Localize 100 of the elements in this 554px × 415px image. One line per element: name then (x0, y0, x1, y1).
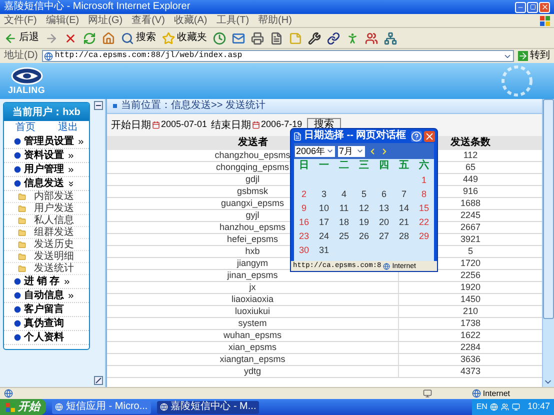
menu-entry[interactable]: 信息发送 (4, 177, 89, 191)
submenu-entry[interactable]: 内部发送 (4, 191, 89, 203)
menu-item[interactable]: 编辑(E) (46, 14, 80, 27)
table-cell: system (238, 318, 267, 329)
calendar-day[interactable]: 14 (394, 202, 414, 214)
calendar-day[interactable]: 22 (414, 216, 434, 228)
calendar-day[interactable]: 6 (374, 188, 394, 200)
menu-entry[interactable]: 真伪查询 (4, 317, 89, 331)
calendar-day[interactable]: 11 (334, 202, 354, 214)
table-cell: 4373 (460, 366, 481, 377)
calendar-day[interactable]: 13 (374, 202, 394, 214)
calendar-day[interactable]: 1 (414, 174, 434, 186)
year-select[interactable]: 2006年 (295, 146, 336, 156)
tray-icon[interactable] (490, 403, 498, 411)
menu-entry[interactable]: 个人资料 (4, 331, 89, 345)
menu-entry[interactable]: 管理员设置 (4, 135, 89, 149)
collapse-icon[interactable] (94, 101, 103, 110)
calendar-day[interactable]: 26 (354, 230, 374, 242)
task-button[interactable]: 短信应用 - Micro... (52, 400, 151, 414)
clock: 10:47 (527, 400, 550, 414)
start-button[interactable]: 开始 (0, 399, 46, 415)
nav-link[interactable]: 首页 (15, 122, 36, 134)
calendar-day[interactable]: 10 (314, 202, 334, 214)
calendar-day[interactable]: 20 (374, 216, 394, 228)
calendar-day[interactable]: 24 (314, 230, 334, 242)
calendar-day[interactable]: 7 (394, 188, 414, 200)
toolbar-button[interactable]: 后退 (4, 32, 39, 44)
wrench-icon[interactable] (308, 32, 321, 44)
calendar-icon[interactable] (152, 121, 160, 129)
menu-entry[interactable]: 客户留言 (4, 303, 89, 317)
submenu-entry[interactable]: 私人信息 (4, 215, 89, 227)
calendar-day[interactable]: 27 (374, 230, 394, 242)
scrollbar[interactable] (542, 99, 554, 387)
calendar-day[interactable]: 3 (314, 188, 334, 200)
calendar-day[interactable]: 21 (394, 216, 414, 228)
nav-link[interactable]: 退出 (58, 122, 78, 134)
start-date[interactable]: 2005-07-01 (161, 118, 208, 132)
calendar-day[interactable]: 16 (294, 216, 314, 228)
menu-item[interactable]: 查看(V) (132, 14, 165, 27)
calendar-day[interactable]: 30 (294, 244, 314, 256)
document-icon[interactable] (270, 32, 283, 44)
submenu-entry[interactable]: 发送历史 (4, 239, 89, 251)
calendar-day[interactable]: 12 (354, 202, 374, 214)
maximize-button[interactable] (527, 2, 538, 12)
toolbar-button[interactable]: 收藏夹 (162, 32, 207, 44)
calendar-day[interactable]: 23 (294, 230, 314, 242)
toolbar-button[interactable]: 搜索 (121, 32, 156, 44)
menu-item[interactable]: 网址(G) (88, 14, 123, 27)
calendar-day[interactable]: 31 (314, 244, 334, 256)
submenu-label: 发送统计 (34, 263, 74, 274)
refresh-icon[interactable] (83, 32, 96, 44)
menu-entry[interactable]: 资料设置 (4, 149, 89, 163)
menu-entry[interactable]: 进 销 存 (4, 275, 89, 289)
calendar-day[interactable]: 4 (334, 188, 354, 200)
calendar-day[interactable]: 25 (334, 230, 354, 242)
submenu-entry[interactable]: 用户发送 (4, 203, 89, 215)
history-icon[interactable] (213, 32, 226, 44)
task-button[interactable]: 嘉陵短信中心 - M... (156, 400, 260, 414)
home-icon[interactable] (102, 32, 115, 44)
table-cell: jiangym (236, 258, 268, 269)
submenu-entry[interactable]: 发送统计 (4, 263, 89, 275)
help-icon[interactable] (411, 130, 422, 142)
runner-icon[interactable] (346, 32, 359, 44)
mail-icon[interactable] (232, 32, 245, 44)
browser-icon (55, 403, 63, 411)
submenu-entry[interactable]: 发送明细 (4, 251, 89, 263)
address-field[interactable]: http://ca.epsms.com:88/jl/web/index.asp (42, 50, 514, 62)
stop-icon[interactable] (64, 32, 77, 44)
resize-icon[interactable] (94, 376, 103, 385)
menu-entry[interactable]: 用户管理 (4, 163, 89, 177)
calendar-day[interactable]: 15 (414, 202, 434, 214)
calendar-day[interactable]: 8 (414, 188, 434, 200)
table-cell: 2256 (460, 270, 481, 281)
menu-item[interactable]: 帮助(H) (258, 14, 292, 27)
month-select[interactable]: 7月 (338, 146, 366, 156)
menu-item[interactable]: 工具(T) (216, 14, 250, 27)
link-icon[interactable] (327, 32, 340, 44)
tray-icon[interactable] (512, 403, 520, 411)
calendar-day[interactable]: 17 (314, 216, 334, 228)
printer-icon[interactable] (251, 32, 264, 44)
minimize-button[interactable] (515, 2, 526, 12)
go-button[interactable]: 转到 (518, 50, 550, 62)
people-icon[interactable] (365, 32, 378, 44)
menu-entry[interactable]: 自动信息 (4, 289, 89, 303)
calendar-icon[interactable] (252, 121, 260, 129)
end-date[interactable]: 2006-7-19 (261, 118, 302, 132)
menu-item[interactable]: 收藏(A) (174, 14, 208, 27)
calendar-day[interactable]: 9 (294, 202, 314, 214)
close-icon[interactable] (424, 130, 435, 142)
tray-icon[interactable] (501, 403, 510, 411)
submenu-entry[interactable]: 组群发送 (4, 227, 89, 239)
calendar-day[interactable]: 2 (294, 188, 314, 200)
network-icon[interactable] (384, 32, 397, 44)
menu-item[interactable]: 文件(F) (4, 14, 37, 27)
calendar-day[interactable]: 28 (394, 230, 414, 242)
calendar-day[interactable]: 5 (354, 188, 374, 200)
close-button[interactable] (539, 2, 550, 12)
calendar-day[interactable]: 18 (334, 216, 354, 228)
calendar-day[interactable]: 29 (414, 230, 434, 242)
calendar-day[interactable]: 19 (354, 216, 374, 228)
